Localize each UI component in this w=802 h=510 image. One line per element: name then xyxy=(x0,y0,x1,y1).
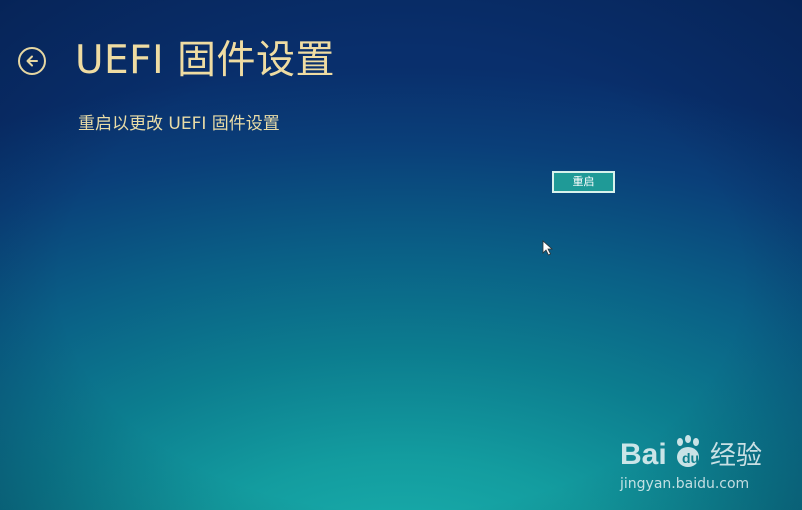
page-header: UEFI 固件设置 xyxy=(18,36,335,86)
restart-button[interactable]: 重启 xyxy=(552,171,615,193)
baidu-logo: Bai du 经验 xyxy=(620,435,762,471)
page-title: UEFI 固件设置 xyxy=(75,38,336,83)
baidu-jingyan-watermark: Bai du 经验 jingyan.baidu.com xyxy=(614,430,784,500)
svg-text:du: du xyxy=(682,450,699,466)
restart-description: 重启以更改 UEFI 固件设置 xyxy=(78,114,280,134)
back-button[interactable] xyxy=(18,47,46,75)
svg-text:经验: 经验 xyxy=(710,441,762,471)
back-arrow-icon xyxy=(26,55,38,67)
watermark-url: jingyan.baidu.com xyxy=(620,476,750,492)
mouse-pointer-icon xyxy=(542,240,554,256)
svg-text:Bai: Bai xyxy=(620,438,667,471)
